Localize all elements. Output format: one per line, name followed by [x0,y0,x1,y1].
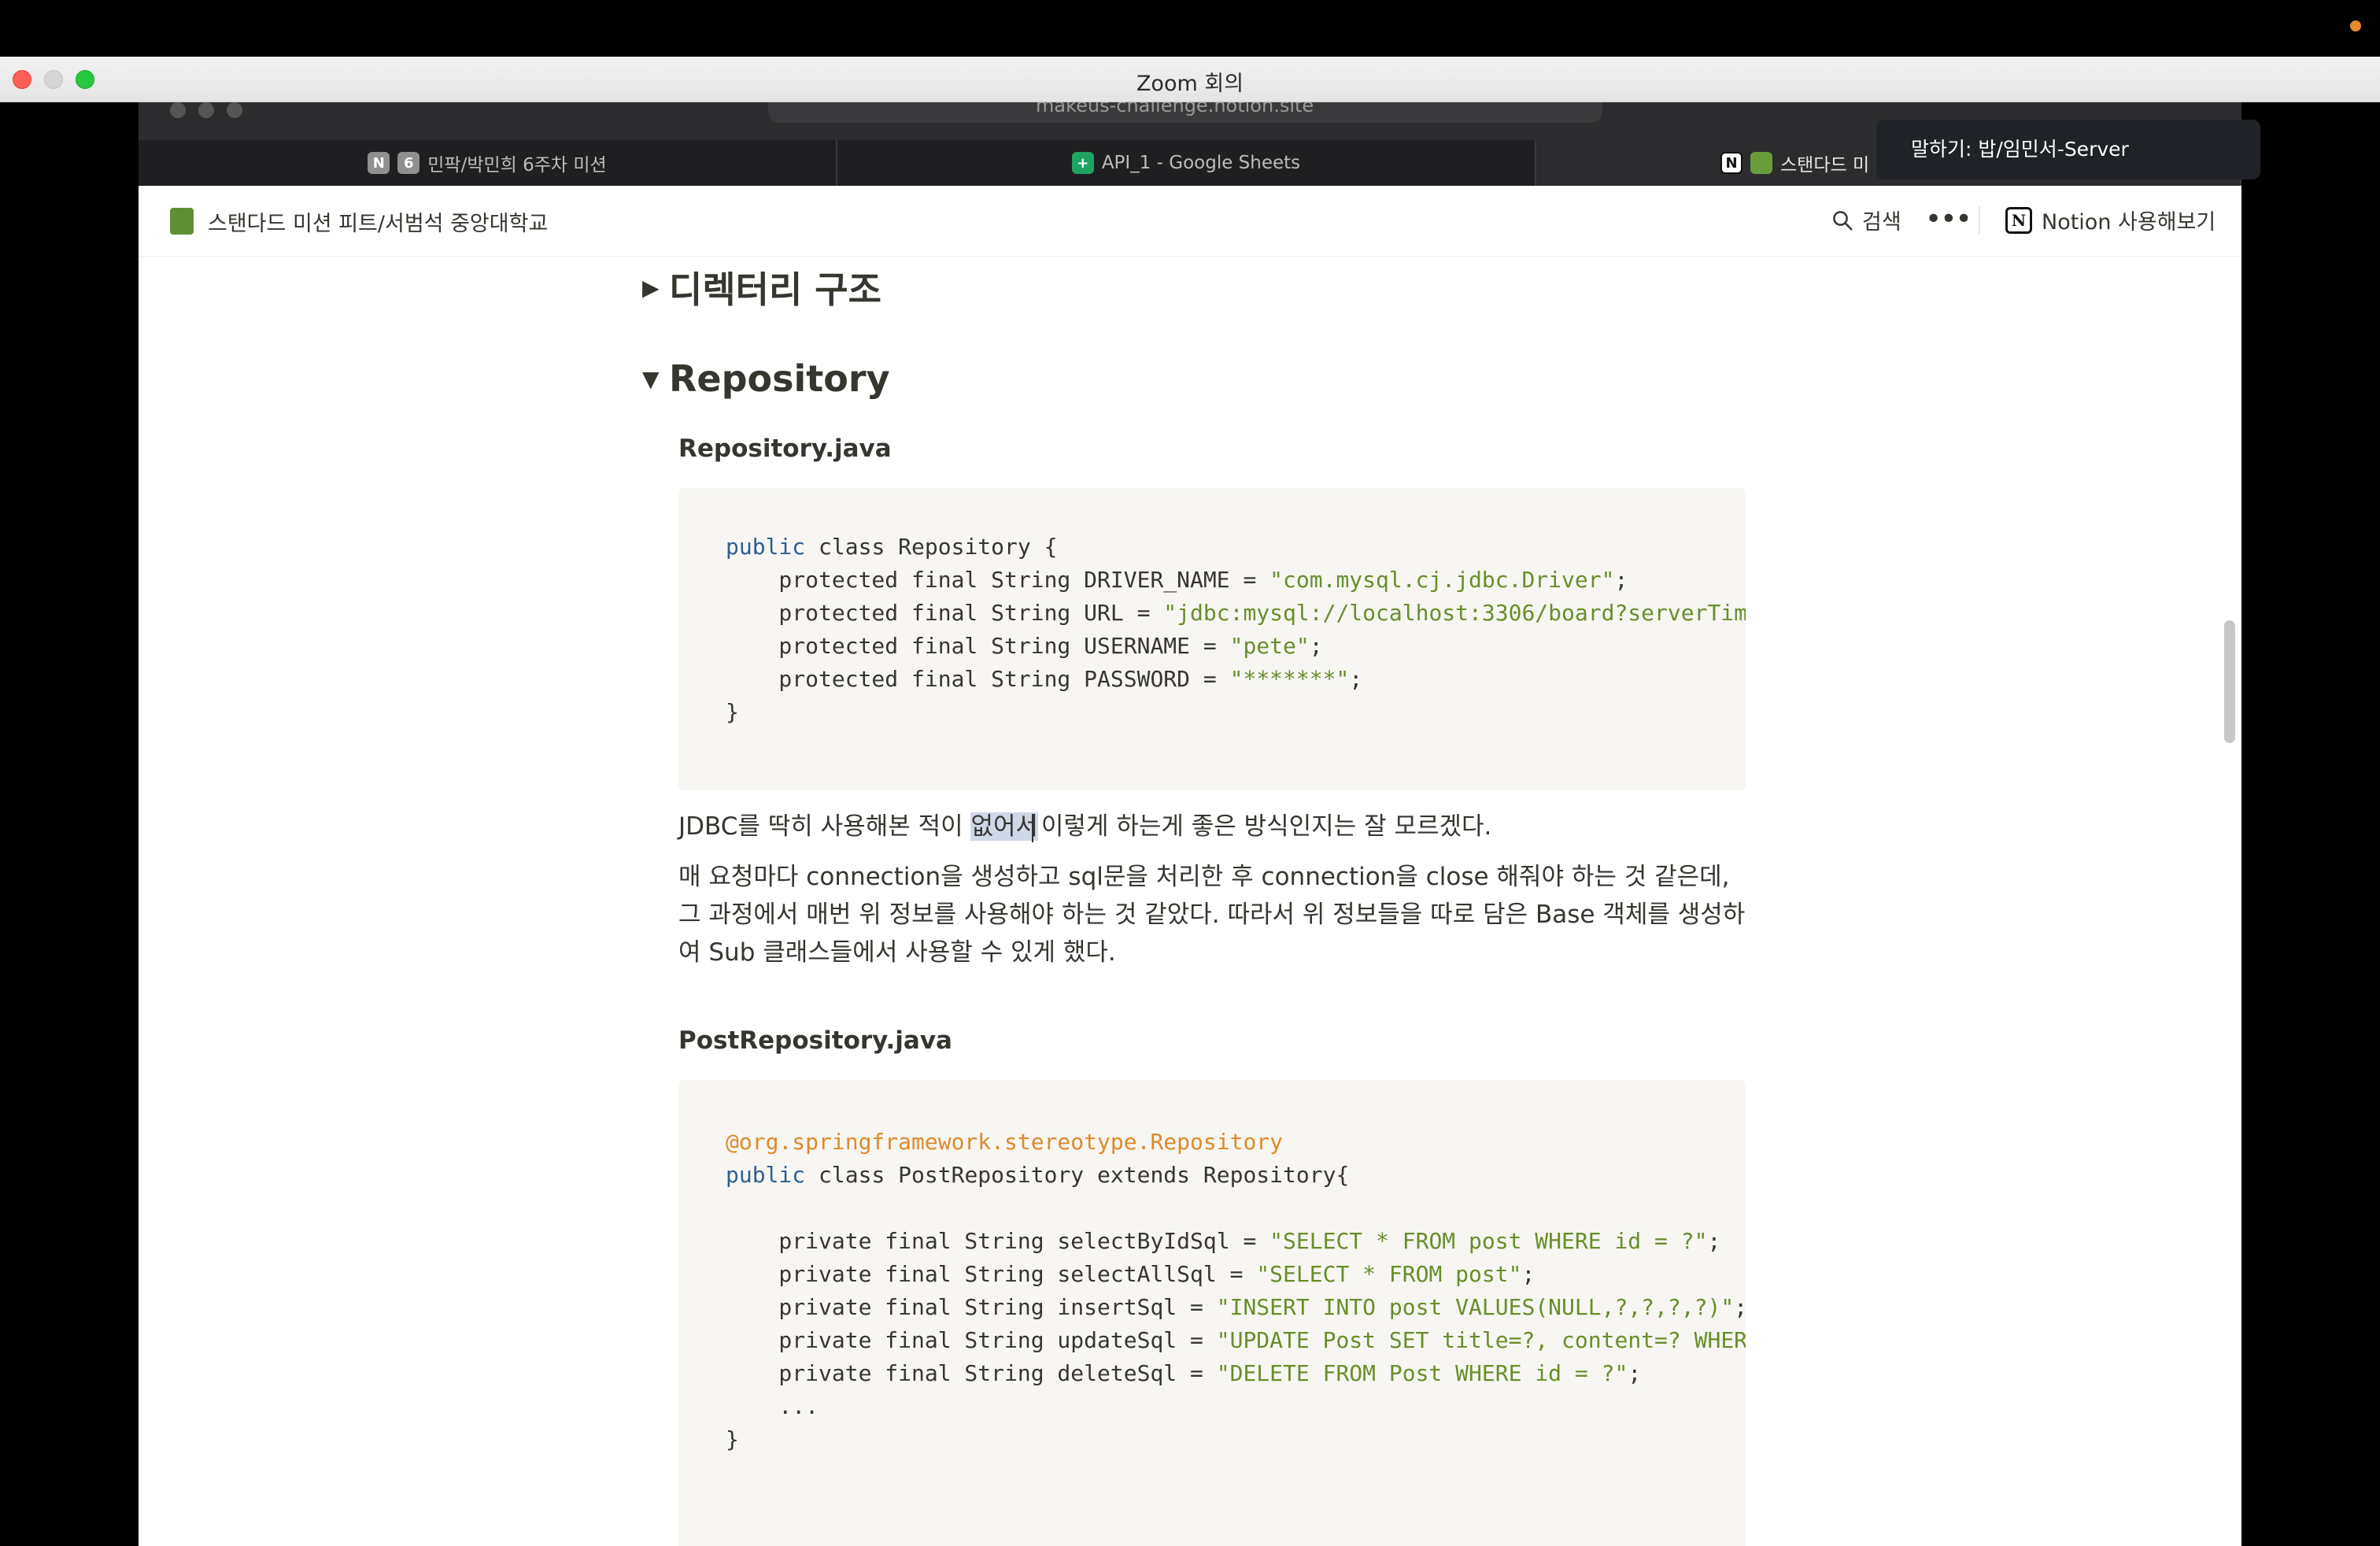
code-keyword: public [726,534,806,560]
code-annotation: @org.springframework.stereotype.Reposito… [726,1129,1284,1155]
code-text: ... [726,1393,819,1419]
code-content: public class Repository { protected fina… [726,531,1746,729]
code-string: "com.mysql.cj.jdbc.Driver" [1269,567,1615,593]
search-icon [1833,210,1853,230]
code-text: ; [1628,1360,1642,1386]
repository-code-block[interactable]: public class Repository { protected fina… [678,488,1746,790]
paragraph-text: 이렇게 하는게 좋은 방식인지는 잘 모르겠다. [1033,812,1492,841]
shared-screen: makeus-challenge.notion.site N 6 민팍/박민희 … [139,102,2241,1546]
code-text: class Repository { [805,534,1058,560]
notion-icon: N [1720,152,1743,174]
speaking-indicator: 말하기: 밥/임민서-Server [1876,120,2260,179]
page-scrollbar[interactable] [2224,620,2235,743]
notion-topbar: 스탠다드 미션 피트/서범석 중앙대학교 검색 ••• N Notion 사용해… [139,186,2241,257]
code-string: "jdbc:mysql://localhost:3306/board?serve… [1163,600,1746,626]
emoji-six-icon: 6 [397,152,420,174]
code-text: ; [1521,1261,1536,1287]
code-string: "DELETE FROM Post WHERE id = ?" [1216,1360,1628,1386]
toggle-collapsed-icon[interactable]: ▶ [642,275,669,301]
browser-zoom-icon [227,102,242,118]
browser-minimize-icon [198,102,214,118]
heading-repository: Repository [669,357,890,400]
code-text: ; [1614,567,1628,593]
tab-google-sheets[interactable]: + API_1 - Google Sheets [837,140,1536,186]
book-icon [1750,152,1772,174]
post-repository-code-block[interactable]: @org.springframework.stereotype.Reposito… [678,1080,1746,1546]
code-string: "UPDATE Post SET title=?, content=? WHER [1216,1327,1746,1353]
code-text: class PostRepository extends Repository{ [805,1162,1350,1188]
address-bar[interactable]: makeus-challenge.notion.site [768,102,1602,123]
code-text: } [726,1426,739,1452]
code-string: "INSERT INTO post VALUES(NULL,?,?,?,?)" [1216,1294,1735,1320]
code-text: ; [1309,633,1323,659]
code-text: protected final String PASSWORD = [726,666,1230,692]
code-text: ; [1349,666,1363,692]
page-content: ▶ 디렉터리 구조 ▼ Repository Repository.java p… [139,257,2241,1546]
code-text: private final String selectByIdSql = [726,1228,1270,1254]
code-text: private final String selectAllSql = [726,1261,1257,1287]
divider [1979,206,1980,235]
try-notion-label: Notion 사용해보기 [2042,210,2216,235]
code-string: "SELECT * FROM post" [1256,1261,1522,1287]
code-text: private final String deleteSql = [726,1360,1217,1386]
notion-logo-icon: N [2005,206,2032,234]
sheets-icon: + [1071,152,1094,174]
tab-label: 민팍/박민희 6주차 미션 [427,155,607,176]
tab-label: 스탠다드 미 [1780,155,1870,176]
notion-icon: N [368,152,390,174]
code-string: "SELECT * FROM post WHERE id = ?" [1269,1228,1708,1254]
zoom-window-title: Zoom 회의 [1136,72,1244,96]
code-keyword: public [726,1162,806,1188]
green-book-icon [170,208,194,235]
paragraph-connection: 매 요청마다 connection을 생성하고 sql문을 처리한 후 conn… [678,863,1746,967]
macos-menu-bar [0,0,2380,57]
more-options-button[interactable]: ••• [1925,203,1972,235]
code-content: @org.springframework.stereotype.Reposito… [726,1126,1746,1456]
repository-java-title: Repository.java [678,435,892,463]
try-notion-button[interactable]: N Notion 사용해보기 [2005,205,2216,235]
paragraph-jdbc: JDBC를 딱히 사용해본 적이 없어서 이렇게 하는게 좋은 방식인지는 잘 … [678,808,1749,845]
search-label: 검색 [1862,210,1901,235]
code-text: protected final String URL = [726,600,1164,626]
browser-close-icon [170,102,186,118]
code-text: protected final String USERNAME = [726,633,1230,659]
toggle-directory-structure[interactable]: ▶ 디렉터리 구조 [642,261,881,313]
code-text: private final String insertSql = [726,1294,1217,1320]
zoom-window-titlebar: Zoom 회의 [0,57,2380,102]
recording-indicator-icon [2350,20,2361,31]
tab-mission-6[interactable]: N 6 민팍/박민희 6주차 미션 [139,140,837,186]
toggle-repository[interactable]: ▼ Repository [642,357,890,400]
code-text: } [726,699,739,725]
code-string: "*******" [1229,666,1350,692]
post-repository-java-title: PostRepository.java [678,1026,952,1055]
screen: Zoom 회의 말하기: 밥/임민서-Server makeus-challen… [0,0,2380,1546]
code-string: "pete" [1229,633,1310,659]
code-text: ; [1734,1294,1746,1320]
breadcrumb-page-title[interactable]: 스탠다드 미션 피트/서범석 중앙대학교 [208,206,548,237]
paragraph-text: JDBC를 딱히 사용해본 적이 [678,812,971,841]
heading-directory-structure: 디렉터리 구조 [669,268,881,311]
code-text: ; [1707,1228,1721,1254]
toggle-expanded-icon[interactable]: ▼ [642,366,669,392]
code-text: private final String updateSql = [726,1327,1217,1353]
tab-label: API_1 - Google Sheets [1101,153,1301,173]
search-button[interactable]: 검색 [1831,205,1901,235]
code-text: protected final String DRIVER_NAME = [726,567,1270,593]
selected-text[interactable]: 없어서 [970,812,1039,841]
